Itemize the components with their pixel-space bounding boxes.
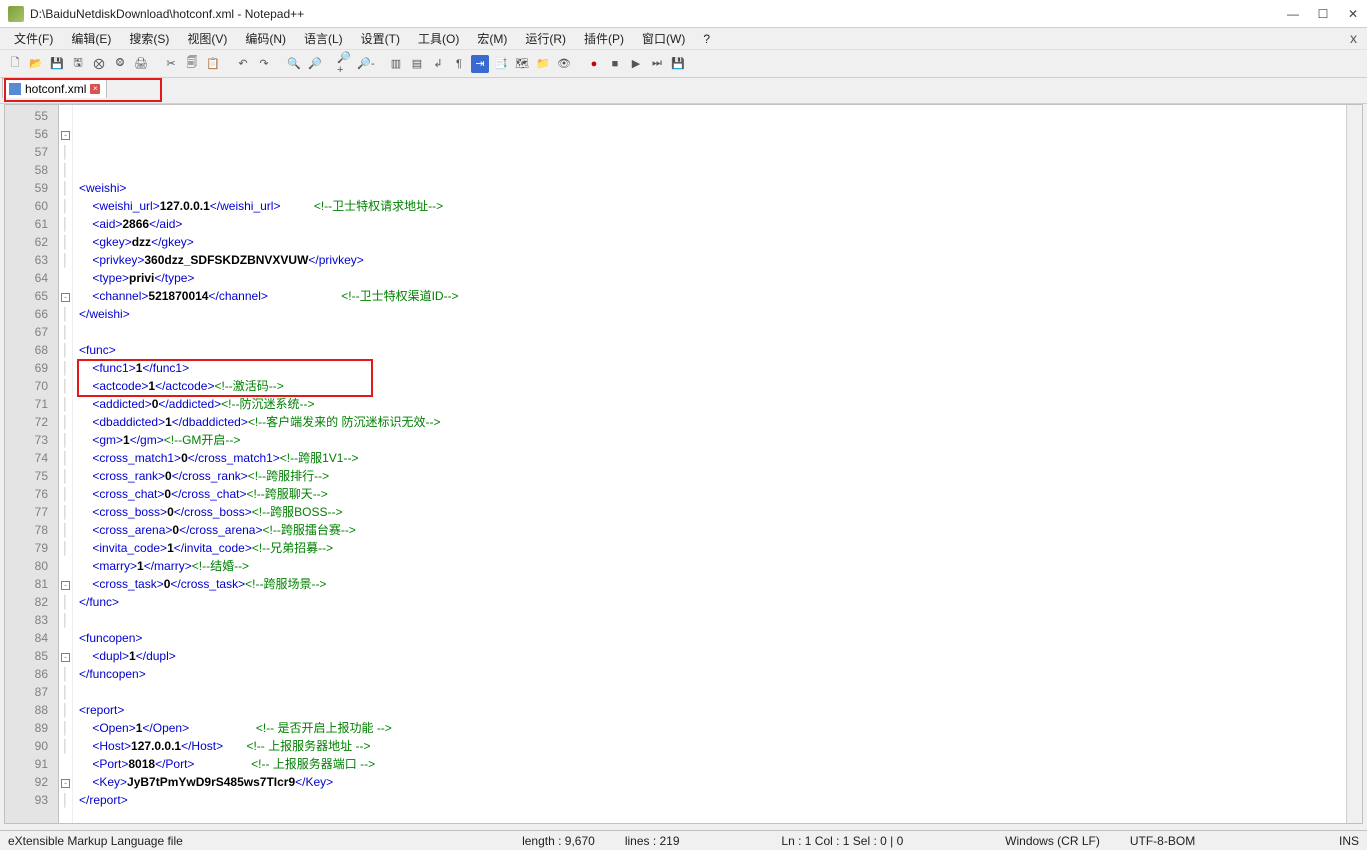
copy-icon[interactable]: 🗐 (183, 55, 201, 73)
sync-v-icon[interactable]: ▥ (387, 55, 405, 73)
app-icon (8, 6, 24, 22)
saverecord-icon[interactable]: 💾 (669, 55, 687, 73)
maximize-icon[interactable]: ☐ (1317, 7, 1329, 21)
menu-item[interactable]: 编辑(E) (63, 28, 119, 49)
print-icon[interactable]: 🖨 (132, 55, 150, 73)
menu-item[interactable]: 设置(T) (353, 28, 408, 49)
cut-icon[interactable]: ✂ (162, 55, 180, 73)
new-icon[interactable]: 🗋 (6, 55, 24, 73)
play-icon[interactable]: ▶ (627, 55, 645, 73)
menu-item[interactable]: ? (695, 30, 718, 48)
status-filetype: eXtensible Markup Language file (8, 834, 183, 848)
editor[interactable]: 5556575859606162636465666768697071727374… (4, 104, 1363, 824)
zoomin-icon[interactable]: 🔎+ (336, 55, 354, 73)
menu-item[interactable]: 运行(R) (517, 28, 574, 49)
funclist-icon[interactable]: 📑 (492, 55, 510, 73)
sync-h-icon[interactable]: ▤ (408, 55, 426, 73)
titlebar: D:\BaiduNetdiskDownload\hotconf.xml - No… (0, 0, 1367, 28)
record-icon[interactable]: ● (585, 55, 603, 73)
undo-icon[interactable]: ↶ (234, 55, 252, 73)
file-icon (9, 83, 21, 95)
toolbar: 🗋 📂 💾 🖫 ⨂ ⨷ 🖨 ✂ 🗐 📋 ↶ ↷ 🔍 🔎 🔎+ 🔎- ▥ ▤ ↲ … (0, 50, 1367, 78)
status-lines: lines : 219 (625, 834, 680, 848)
monitor-icon[interactable]: 👁 (555, 55, 573, 73)
menu-item[interactable]: 窗口(W) (634, 28, 693, 49)
tab-label: hotconf.xml (25, 82, 86, 96)
status-length: length : 9,670 (522, 834, 595, 848)
code-area[interactable]: <weishi> <weishi_url>127.0.0.1</weishi_u… (73, 105, 1346, 823)
vertical-scrollbar[interactable] (1346, 105, 1362, 823)
save-icon[interactable]: 💾 (48, 55, 66, 73)
menubar-close-icon[interactable]: x (1350, 30, 1357, 46)
menu-item[interactable]: 文件(F) (6, 28, 61, 49)
menu-item[interactable]: 视图(V) (179, 28, 235, 49)
close-file-icon[interactable]: ⨂ (90, 55, 108, 73)
status-pos: Ln : 1 Col : 1 Sel : 0 | 0 (781, 834, 903, 848)
wrap-icon[interactable]: ↲ (429, 55, 447, 73)
menubar: 文件(F)编辑(E)搜索(S)视图(V)编码(N)语言(L)设置(T)工具(O)… (0, 28, 1367, 50)
tab-row: hotconf.xml × (0, 78, 1367, 104)
docmap-icon[interactable]: 🗺 (513, 55, 531, 73)
window-buttons: — ☐ ✕ (1287, 7, 1359, 21)
closeall-icon[interactable]: ⨷ (111, 55, 129, 73)
menu-item[interactable]: 搜索(S) (121, 28, 177, 49)
open-icon[interactable]: 📂 (27, 55, 45, 73)
menu-item[interactable]: 工具(O) (410, 28, 467, 49)
line-gutter: 5556575859606162636465666768697071727374… (5, 105, 59, 823)
find-icon[interactable]: 🔍 (285, 55, 303, 73)
tab-hotconf[interactable]: hotconf.xml × (2, 78, 107, 98)
replace-icon[interactable]: 🔎 (306, 55, 324, 73)
status-enc: UTF-8-BOM (1130, 834, 1195, 848)
menu-item[interactable]: 编码(N) (237, 28, 294, 49)
zoomout-icon[interactable]: 🔎- (357, 55, 375, 73)
stop-icon[interactable]: ■ (606, 55, 624, 73)
status-eol: Windows (CR LF) (1005, 834, 1100, 848)
tab-close-icon[interactable]: × (90, 84, 100, 94)
fold-column[interactable]: -│││││││ -││││││││││││││ -││ -│││││ -│ (59, 105, 73, 823)
status-mode: INS (1339, 834, 1359, 848)
menu-item[interactable]: 宏(M) (469, 28, 515, 49)
indent-icon[interactable]: ⇥ (471, 55, 489, 73)
menu-item[interactable]: 插件(P) (576, 28, 632, 49)
para-icon[interactable]: ¶ (450, 55, 468, 73)
statusbar: eXtensible Markup Language file length :… (0, 830, 1367, 850)
folder-icon[interactable]: 📁 (534, 55, 552, 73)
paste-icon[interactable]: 📋 (204, 55, 222, 73)
menu-item[interactable]: 语言(L) (296, 28, 351, 49)
fastplay-icon[interactable]: ⏭ (648, 55, 666, 73)
minimize-icon[interactable]: — (1287, 7, 1299, 21)
saveall-icon[interactable]: 🖫 (69, 55, 87, 73)
close-icon[interactable]: ✕ (1347, 7, 1359, 21)
window-title: D:\BaiduNetdiskDownload\hotconf.xml - No… (30, 7, 1287, 21)
redo-icon[interactable]: ↷ (255, 55, 273, 73)
